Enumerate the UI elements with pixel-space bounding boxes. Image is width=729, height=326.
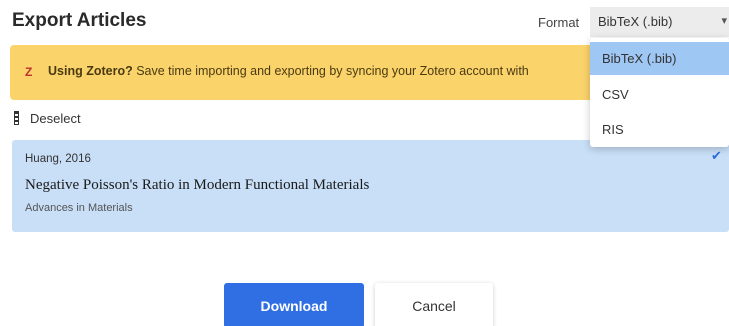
format-selected-value: BibTeX (.bib) xyxy=(598,14,673,29)
cancel-button[interactable]: Cancel xyxy=(375,283,493,326)
article-meta: Huang, 2016 xyxy=(25,153,91,165)
format-option-csv[interactable]: CSV xyxy=(590,78,729,111)
format-select[interactable]: BibTeX (.bib) ▾ xyxy=(590,7,729,37)
format-label: Format xyxy=(538,15,580,30)
zotero-banner-text: Using Zotero? Save time importing and ex… xyxy=(48,64,529,78)
article-list-item[interactable]: Huang, 2016 Negative Poisson's Ratio in … xyxy=(12,140,729,232)
zotero-banner-bold: Using Zotero? xyxy=(48,64,133,78)
checkmark-icon: ✔ xyxy=(711,148,722,163)
article-journal: Advances in Materials xyxy=(25,202,133,214)
download-button[interactable]: Download xyxy=(224,283,364,326)
dialog-title: Export Articles xyxy=(12,10,147,31)
chevron-down-icon: ▾ xyxy=(721,15,727,27)
format-option-bibtex[interactable]: BibTeX (.bib) xyxy=(590,42,729,75)
zotero-banner-message: Save time importing and exporting by syn… xyxy=(132,64,529,78)
format-option-ris[interactable]: RIS xyxy=(590,113,729,146)
article-title: Negative Poisson's Ratio in Modern Funct… xyxy=(25,177,370,193)
checkbox-indeterminate-icon xyxy=(14,111,19,125)
deselect-label: Deselect xyxy=(30,111,81,126)
zotero-logo-icon: Z xyxy=(25,65,33,79)
format-dropdown-menu: BibTeX (.bib) CSV RIS xyxy=(590,38,729,147)
